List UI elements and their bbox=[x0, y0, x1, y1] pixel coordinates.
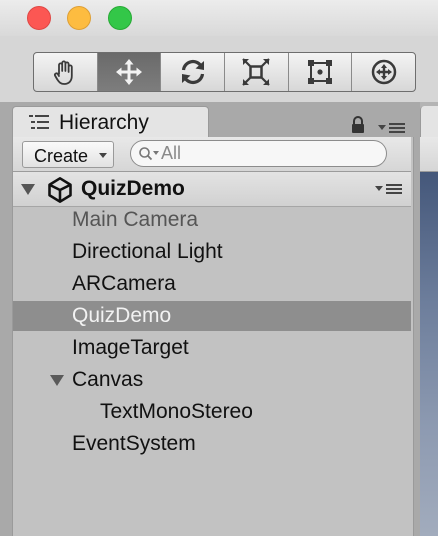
item-label: QuizDemo bbox=[72, 304, 172, 327]
item-label: ImageTarget bbox=[72, 336, 189, 359]
scene-view[interactable] bbox=[420, 172, 438, 536]
item-label: ARCamera bbox=[72, 272, 176, 295]
search-field[interactable] bbox=[130, 140, 387, 167]
search-input[interactable] bbox=[161, 143, 371, 164]
minimize-window-button[interactable] bbox=[67, 6, 91, 30]
scene-toolbar bbox=[420, 137, 438, 172]
hierarchy-item-eventsystem[interactable]: EventSystem bbox=[13, 429, 411, 459]
lock-icon[interactable] bbox=[350, 116, 366, 134]
item-label: Canvas bbox=[72, 368, 144, 391]
expand-arrow-icon[interactable] bbox=[21, 184, 35, 195]
move-tool-button[interactable] bbox=[97, 53, 162, 91]
scene-name: QuizDemo bbox=[81, 177, 185, 200]
move-icon bbox=[116, 59, 142, 85]
scale-tool-button[interactable] bbox=[225, 53, 289, 91]
zoom-window-button[interactable] bbox=[108, 6, 132, 30]
create-label: Create bbox=[34, 146, 89, 166]
search-icon bbox=[139, 147, 159, 161]
hierarchy-item-textmonostereo[interactable]: TextMonoStereo bbox=[13, 397, 411, 427]
hierarchy-item-main-camera[interactable]: Main Camera bbox=[13, 205, 411, 235]
item-label: Main Camera bbox=[72, 208, 199, 231]
tab-scene[interactable] bbox=[420, 106, 438, 138]
expand-arrow-icon[interactable] bbox=[50, 375, 64, 386]
list-icon bbox=[29, 115, 49, 129]
rect-icon bbox=[308, 60, 333, 84]
hierarchy-item-imagetarget[interactable]: ImageTarget bbox=[13, 333, 411, 363]
item-label: Directional Light bbox=[72, 240, 223, 263]
transform-icon bbox=[371, 59, 396, 85]
hierarchy-item-quizdemo[interactable]: QuizDemo bbox=[13, 301, 411, 331]
hierarchy-item-arcamera[interactable]: ARCamera bbox=[13, 269, 411, 299]
tab-menu-icon[interactable] bbox=[378, 122, 406, 134]
scene-menu-icon[interactable] bbox=[375, 183, 403, 195]
scale-icon bbox=[242, 58, 271, 86]
chevron-down-icon bbox=[99, 153, 107, 158]
tab-hierarchy[interactable]: Hierarchy bbox=[12, 106, 209, 138]
rotate-tool-button[interactable] bbox=[161, 53, 226, 91]
hierarchy-tab-label: Hierarchy bbox=[59, 111, 149, 134]
close-window-button[interactable] bbox=[27, 6, 51, 30]
title-bar bbox=[0, 0, 438, 36]
item-label: EventSystem bbox=[72, 432, 196, 455]
hierarchy-item-canvas[interactable]: Canvas bbox=[13, 365, 411, 395]
create-dropdown-button[interactable]: Create bbox=[22, 141, 114, 168]
transform-tool-button[interactable] bbox=[352, 53, 415, 91]
item-label: TextMonoStereo bbox=[100, 400, 253, 423]
rect-tool-button[interactable] bbox=[289, 53, 353, 91]
rotate-icon bbox=[181, 59, 204, 85]
hand-tool-button[interactable] bbox=[34, 53, 98, 91]
scene-header[interactable]: QuizDemo bbox=[13, 172, 411, 207]
hierarchy-item-directional-light[interactable]: Directional Light bbox=[13, 237, 411, 267]
transform-toolbar bbox=[33, 52, 416, 92]
unity-logo-icon bbox=[48, 177, 72, 203]
hand-icon bbox=[54, 60, 74, 85]
